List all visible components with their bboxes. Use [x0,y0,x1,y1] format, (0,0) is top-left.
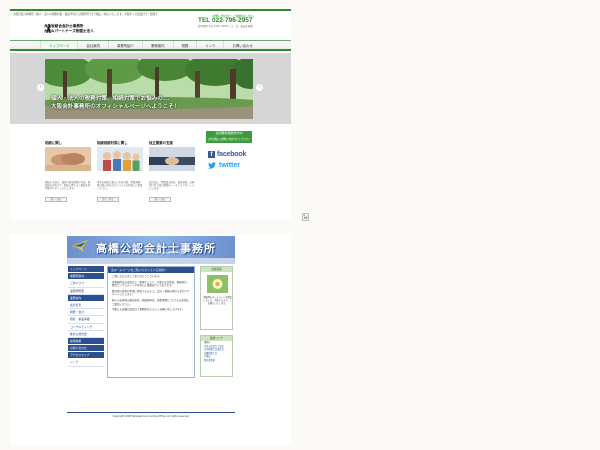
top-accent-line [10,9,291,11]
related-link[interactable]: 経済産業省 [201,359,232,363]
sidebar-item[interactable]: トップページ [68,266,104,274]
nav-item-contact[interactable]: お問い合わせ [223,41,260,49]
business-handshake-photo [149,147,195,171]
feature-column-planning: 相続相続対策に関し 将来の相続に備えた生前対策、事業承継、贈与税の申告などについ… [97,140,143,202]
sidebar-item[interactable]: 業務案内 [68,294,104,302]
copyright-footer: Copyright 2008 Takahashi Accounting Offi… [67,412,235,420]
carousel-prev-button[interactable]: ‹ [37,84,44,91]
twitter-bird-icon [208,161,216,169]
sidebar-item[interactable]: ごあいさつ [68,280,104,288]
column-title: 相続に関し [45,141,62,145]
nav-item-links[interactable]: リンク [196,41,223,49]
facebook-icon: f [208,150,215,158]
sidebar-menu: トップページ 事務所案内 ごあいさつ 事務所概要 業務案内 会計監査 税務・会計… [68,266,104,367]
facebook-label: facebook [217,150,247,158]
business-hours: 受付時間 平日 9:00〜18:00（土・日・祝日は休業） [198,25,255,28]
sidebar-item[interactable]: 税務・会計 [68,309,104,317]
sidebar-item[interactable]: 事務所案内 [68,273,104,281]
hero-image: 個人・法人の税務対策、相続対策でお悩みの... 大阪会計事務所のオフィシャルペー… [45,59,253,119]
column-text: 相続の手続き、遺産分割協議書の作成、相続税の申告など、相続に関するご相談を専門家… [45,181,91,191]
main-body: ご覧いただきましてありがとうございます。 当事務所は公認会計士・税理士として、企… [108,273,194,316]
main-content: 当ホームページをご覧いただいている皆様へ ご覧いただきましてありがとうございます… [107,266,195,378]
details-button[interactable]: 詳しく見る [45,197,67,202]
paragraph: 経営者の皆様が本業に専念できるよう、会計・税務の面から全力でサポートいたします。 [112,289,190,297]
sidebar-item[interactable]: 株式公開支援 [68,330,104,338]
column-text: 会社設立、開業届の提出、資金調達、記帳代行まで独立開業をトータルでサポートいたし… [149,181,195,191]
hero-headline-2: 大阪会計事務所のオフィシャルページへようこそ！ [51,104,180,110]
bird-logo-icon [72,240,88,252]
sidebar-item[interactable]: お問い合わせ [68,345,104,353]
twitter-label: twitter [219,161,240,169]
tree-illustration [45,59,253,119]
sidebar-item[interactable]: アクセスマップ [68,352,104,360]
column-title: 相続相続対策に関し [97,141,128,145]
nav-item-office[interactable]: 事業所紹介 [108,41,142,49]
sidebar-item[interactable]: コンサルティング [68,323,104,331]
news-box-title: 新着情報 [201,267,232,272]
column-title: 独立開業の支援 [149,141,173,145]
firm-name-line2: 大阪&パートナーズ税理士法人 [44,29,94,33]
paragraph: 個人のお客様の確定申告、相続税申告、事業承継についてもお気軽にご相談ください。 [112,298,190,306]
related-links-box: 関連リンク 国税庁 日本公認会計士協会 日本税理士会連合会 近畿税理士会 大阪府… [200,335,233,377]
twitter-link[interactable]: twitter [208,161,240,169]
family-photo [97,147,143,171]
handshake-photo [45,147,91,171]
sidebar-item[interactable]: 相続・事業承継 [68,316,104,324]
banner-line2: お気軽にお問い合わせください [207,136,250,141]
paragraph: 当事務所は公認会計士・税理士として、企業の会計監査、税務申告、経営コンサルティン… [112,280,190,288]
details-button[interactable]: 詳しく見る [97,197,119,202]
free-consultation-banner[interactable]: 初回無料相談受付中 お気軽にお問い合わせください [206,131,252,143]
feature-column-inheritance: 相続に関し 相続の手続き、遺産分割協議書の作成、相続税の申告など、相続に関するご… [45,140,91,202]
feature-column-startup: 独立開業の支援 会社設立、開業届の提出、資金調達、記帳代行まで独立開業をトータル… [149,140,195,202]
broken-image-icon [302,213,309,221]
nav-item-tax[interactable]: 税務 [172,41,197,49]
nav-item-services[interactable]: 業務案内 [141,41,173,49]
paragraph: ご覧いただきましてありがとうございます。 [112,275,162,278]
banner-divider-strip [67,258,235,264]
nav-item-company[interactable]: 会社案内 [77,41,108,49]
sidebar-item[interactable]: 会計監査 [68,301,104,310]
flower-photo [207,275,228,293]
phone-number[interactable]: TEL 022-796-2957 [198,17,252,24]
sidebar-item[interactable]: リンク [68,359,104,367]
column-text: 将来の相続に備えた生前対策、事業承継、贈与税の申告などについてお気軽にご相談くだ… [97,181,143,191]
office-subtitle: TAKAHASHI ACCOUNTING OFFICE [145,252,185,255]
hero-headline-1: 個人・法人の税務対策、相続対策でお悩みの... [51,96,170,102]
paragraph: 今後とも高橋公認会計士事務所をよろしくお願い申し上げます。 [112,308,185,312]
news-box: 新着情報 事務所のホームページを開設しました。今後ともよろしくお願いいたします。 [200,266,233,330]
nav-item-top[interactable]: トップページ [40,41,78,49]
news-box-text: 事務所のホームページを開設しました。今後ともよろしくお願いいたします。 [203,296,232,305]
details-button[interactable]: 詳しく見る [149,197,171,202]
facebook-link[interactable]: f facebook [208,150,246,158]
sidebar-item[interactable]: 事務所概要 [68,287,104,295]
carousel-next-button[interactable]: › [256,84,263,91]
site-description-strip: 大阪府会計事務所 | 個人・法人の税務対策・確定申告から経理代行まで幅広く対応い… [13,13,158,16]
sidebar-item[interactable]: 採用情報 [68,337,104,346]
main-nav: トップページ 会社案内 事業所紹介 業務案内 税務 リンク お問い合わせ [10,40,291,51]
